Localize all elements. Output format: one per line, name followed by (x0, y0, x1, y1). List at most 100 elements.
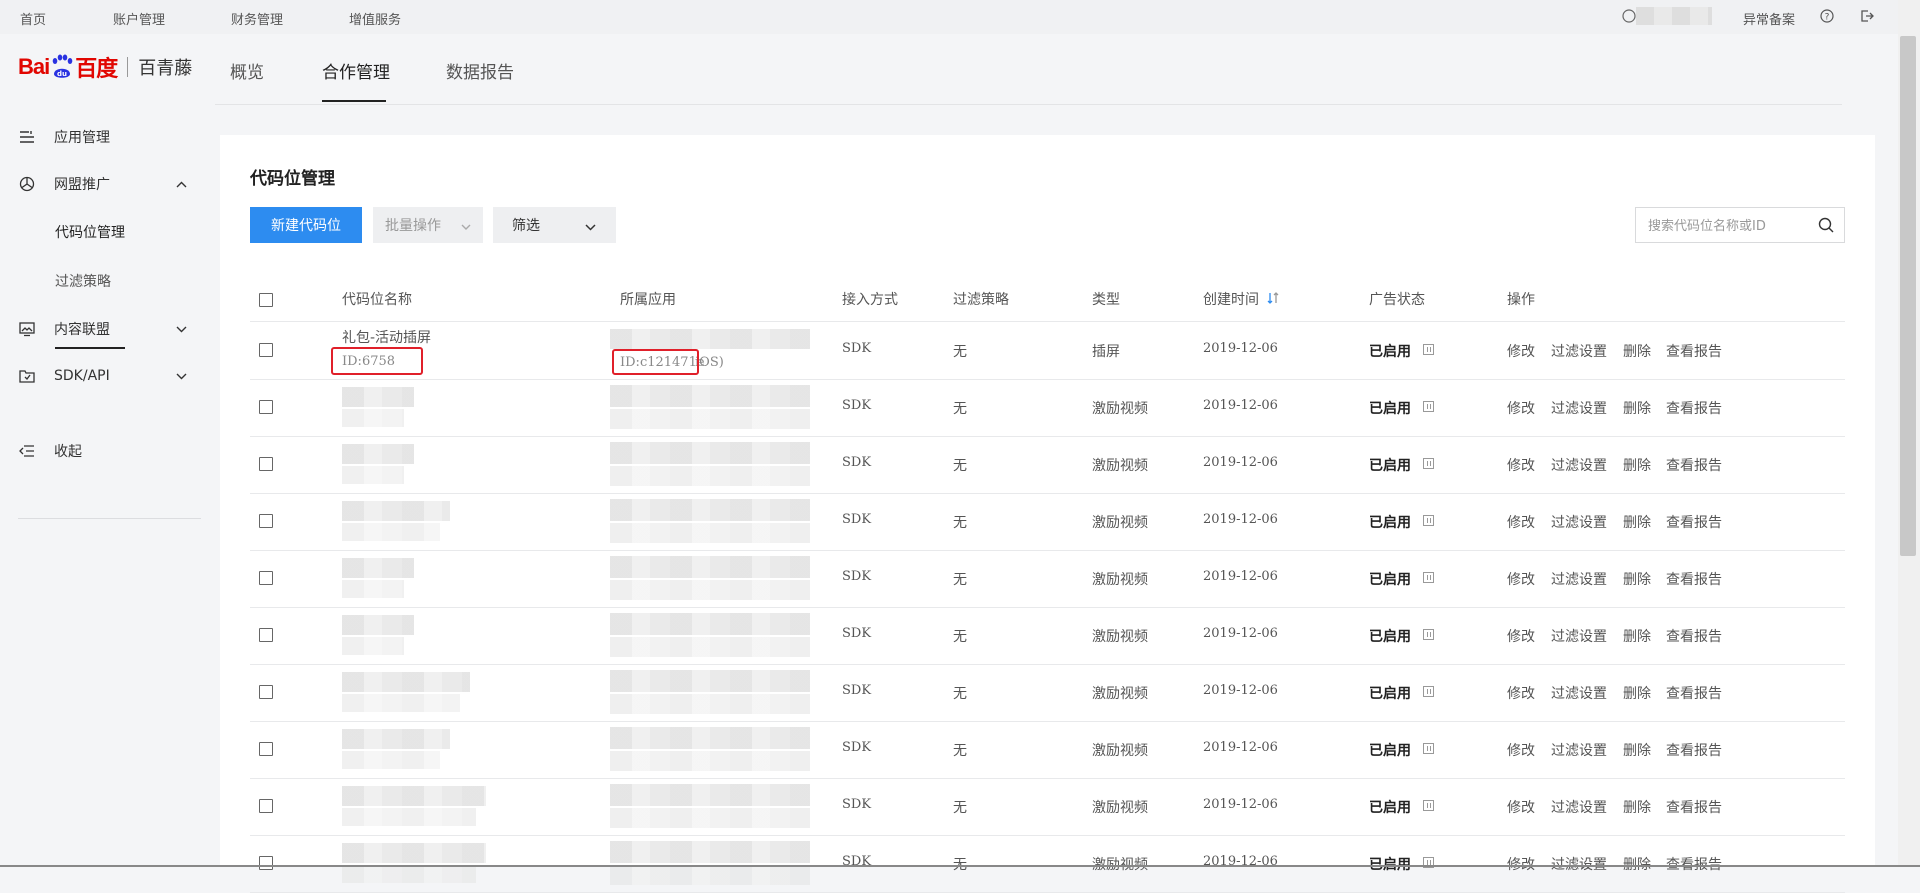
view-report-link[interactable]: 查看报告 (1666, 797, 1722, 817)
filter-settings-link[interactable]: 过滤设置 (1551, 626, 1607, 646)
scrollbar-thumb[interactable] (1900, 36, 1916, 556)
filter-settings-link[interactable]: 过滤设置 (1551, 740, 1607, 760)
edit-link[interactable]: 修改 (1507, 512, 1535, 532)
edit-link[interactable]: 修改 (1507, 341, 1535, 361)
edit-link[interactable]: 修改 (1507, 569, 1535, 589)
row-checkbox[interactable] (259, 457, 273, 471)
pause-icon[interactable] (1423, 344, 1434, 355)
pause-icon[interactable] (1423, 743, 1434, 754)
view-report-link[interactable]: 查看报告 (1666, 683, 1722, 703)
edit-link[interactable]: 修改 (1507, 398, 1535, 418)
baidu-logo[interactable]: Bai du 百度 百青藤 (18, 50, 192, 84)
pause-icon[interactable] (1423, 686, 1434, 697)
view-report-link[interactable]: 查看报告 (1666, 398, 1722, 418)
table-row: SDK 无 激励视频 2019-12-06 已启用 修改过滤设置删除查看报告 (250, 664, 1845, 722)
pause-icon[interactable] (1423, 572, 1434, 583)
username-redacted[interactable] (1636, 7, 1712, 25)
edit-link[interactable]: 修改 (1507, 683, 1535, 703)
header: Bai du 百度 百青藤 概览 合作管理 数据报告 (0, 34, 1920, 104)
pause-icon[interactable] (1423, 515, 1434, 526)
view-report-link[interactable]: 查看报告 (1666, 626, 1722, 646)
search-box[interactable] (1635, 207, 1845, 243)
view-report-link[interactable]: 查看报告 (1666, 569, 1722, 589)
filter-settings-link[interactable]: 过滤设置 (1551, 569, 1607, 589)
view-report-link[interactable]: 查看报告 (1666, 455, 1722, 475)
topnav-value-added[interactable]: 增值服务 (349, 9, 401, 28)
user-icon[interactable] (1622, 9, 1636, 27)
delete-link[interactable]: 删除 (1623, 512, 1651, 532)
row-checkbox[interactable] (259, 514, 273, 528)
edit-link[interactable]: 修改 (1507, 455, 1535, 475)
sidebar-item-content-alliance[interactable]: 内容联盟 (18, 319, 201, 339)
sidebar-item-label: 内容联盟 (54, 322, 110, 338)
batch-operation-button[interactable]: 批量操作 (373, 207, 483, 243)
pause-icon[interactable] (1423, 458, 1434, 469)
sidebar-item-app-management[interactable]: 应用管理 (18, 127, 110, 147)
delete-link[interactable]: 删除 (1623, 683, 1651, 703)
filter-settings-link[interactable]: 过滤设置 (1551, 797, 1607, 817)
nav-cooperation[interactable]: 合作管理 (322, 58, 390, 83)
view-report-link[interactable]: 查看报告 (1666, 740, 1722, 760)
nav-overview[interactable]: 概览 (230, 58, 264, 83)
row-checkbox[interactable] (259, 685, 273, 699)
topnav-account[interactable]: 账户管理 (113, 9, 165, 28)
search-input[interactable] (1646, 216, 1810, 236)
row-checkbox[interactable] (259, 628, 273, 642)
sort-icon[interactable] (1267, 279, 1279, 321)
pause-icon[interactable] (1423, 401, 1434, 412)
slot-type: 激励视频 (1092, 857, 1148, 873)
search-icon[interactable] (1818, 217, 1834, 237)
filter-button[interactable]: 筛选 (493, 207, 616, 243)
delete-link[interactable]: 删除 (1623, 854, 1651, 874)
delete-link[interactable]: 删除 (1623, 797, 1651, 817)
new-code-slot-button[interactable]: 新建代码位 (250, 207, 362, 243)
sidebar-subitem-code-slot[interactable]: 代码位管理 (55, 222, 125, 242)
delete-link[interactable]: 删除 (1623, 341, 1651, 361)
filter-settings-link[interactable]: 过滤设置 (1551, 455, 1607, 475)
edit-link[interactable]: 修改 (1507, 854, 1535, 874)
filter-settings-link[interactable]: 过滤设置 (1551, 683, 1607, 703)
delete-link[interactable]: 删除 (1623, 626, 1651, 646)
pause-icon[interactable] (1423, 800, 1434, 811)
delete-link[interactable]: 删除 (1623, 569, 1651, 589)
row-checkbox[interactable] (259, 343, 273, 357)
view-report-link[interactable]: 查看报告 (1666, 854, 1722, 874)
topnav-home[interactable]: 首页 (20, 9, 46, 28)
view-report-link[interactable]: 查看报告 (1666, 512, 1722, 532)
row-checkbox[interactable] (259, 799, 273, 813)
filter-settings-link[interactable]: 过滤设置 (1551, 341, 1607, 361)
logout-icon[interactable] (1860, 9, 1874, 27)
chevron-down-icon (461, 219, 471, 235)
edit-link[interactable]: 修改 (1507, 626, 1535, 646)
row-checkbox[interactable] (259, 856, 273, 870)
sidebar-item-network-promotion[interactable]: 网盟推广 (18, 174, 201, 194)
filter-settings-link[interactable]: 过滤设置 (1551, 854, 1607, 874)
sidebar-subitem-filter-policy[interactable]: 过滤策略 (55, 271, 111, 291)
select-all-checkbox[interactable] (259, 293, 273, 307)
delete-link[interactable]: 删除 (1623, 455, 1651, 475)
created-date: 2019-12-06 (1203, 455, 1278, 470)
sidebar-item-sdk-api[interactable]: SDK/API (18, 367, 201, 385)
redacted-app-name (610, 784, 810, 806)
row-checkbox[interactable] (259, 400, 273, 414)
help-icon[interactable]: ? (1820, 9, 1834, 27)
table-row: SDK 无 激励视频 2019-12-06 已启用 修改过滤设置删除查看报告 (250, 607, 1845, 665)
pause-icon[interactable] (1423, 629, 1434, 640)
row-checkbox[interactable] (259, 571, 273, 585)
view-report-link[interactable]: 查看报告 (1666, 341, 1722, 361)
delete-link[interactable]: 删除 (1623, 740, 1651, 760)
topnav-finance[interactable]: 财务管理 (231, 9, 283, 28)
filter-settings-link[interactable]: 过滤设置 (1551, 398, 1607, 418)
table-row: SDK 无 激励视频 2019-12-06 已启用 修改过滤设置删除查看报告 (250, 436, 1845, 494)
edit-link[interactable]: 修改 (1507, 797, 1535, 817)
access-method: SDK (842, 797, 872, 812)
row-checkbox[interactable] (259, 742, 273, 756)
sidebar-collapse-button[interactable]: 收起 (18, 441, 82, 461)
abnormal-filing-link[interactable]: 异常备案 (1743, 9, 1795, 28)
col-created[interactable]: 创建时间 (1203, 279, 1279, 321)
delete-link[interactable]: 删除 (1623, 398, 1651, 418)
filter-policy: 无 (953, 458, 967, 474)
edit-link[interactable]: 修改 (1507, 740, 1535, 760)
filter-settings-link[interactable]: 过滤设置 (1551, 512, 1607, 532)
nav-data-report[interactable]: 数据报告 (446, 58, 514, 83)
